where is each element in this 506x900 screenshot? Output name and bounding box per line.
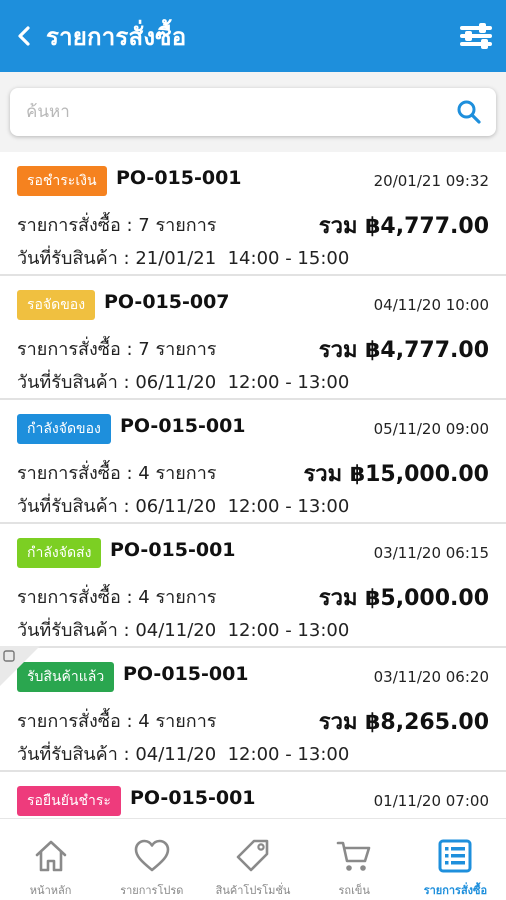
order-card[interactable]: รอชำระเงิน PO-015-001 20/01/21 09:32 ราย… xyxy=(0,152,506,276)
order-card[interactable]: รอยืนยันชำระ PO-015-001 01/11/20 07:00 xyxy=(0,772,506,818)
tab-promotions[interactable]: สินค้าโปรโมชั่น xyxy=(202,819,303,900)
tab-label: สินค้าโปรโมชั่น xyxy=(215,884,291,897)
order-total: รวม ฿4,777.00 xyxy=(318,214,489,239)
status-badge: กำลังจัดส่ง xyxy=(17,538,102,568)
order-card[interactable]: กำลังจัดส่ง PO-015-001 03/11/20 06:15 รา… xyxy=(0,524,506,648)
tab-cart[interactable]: รถเข็น xyxy=(304,819,405,900)
status-badge: รอจัดของ xyxy=(17,290,96,320)
order-datetime: 03/11/20 06:15 xyxy=(373,544,489,562)
search-box[interactable] xyxy=(10,88,496,136)
order-datetime: 20/01/21 09:32 xyxy=(373,172,489,190)
po-number: PO-015-001 xyxy=(123,663,249,685)
chevron-left-icon xyxy=(18,26,30,46)
order-datetime: 01/11/20 07:00 xyxy=(373,792,489,810)
tab-home[interactable]: หน้าหลัก xyxy=(0,819,101,900)
order-total: รวม ฿4,777.00 xyxy=(318,338,489,363)
item-count: รายการสั่งซื้อ : 7 รายการ xyxy=(17,215,217,236)
tab-label: รายการโปรด xyxy=(120,884,184,897)
status-badge: รอยืนยันชำระ xyxy=(17,786,121,816)
order-datetime: 05/11/20 09:00 xyxy=(373,420,489,438)
filter-button[interactable] xyxy=(456,16,496,56)
delivery-date: วันที่รับสินค้า : 04/11/20 12:00 - 13:00 xyxy=(17,744,350,765)
order-card[interactable]: กำลังจัดของ PO-015-001 05/11/20 09:00 รา… xyxy=(0,400,506,524)
search-input[interactable] xyxy=(26,92,426,132)
corner-fold-icon xyxy=(0,646,40,686)
order-datetime: 03/11/20 06:20 xyxy=(373,668,489,686)
order-list-icon xyxy=(438,839,472,873)
delivery-date: วันที่รับสินค้า : 06/11/20 12:00 - 13:00 xyxy=(17,496,350,517)
po-number: PO-015-001 xyxy=(130,787,256,809)
po-number: PO-015-001 xyxy=(110,539,236,561)
tab-label: หน้าหลัก xyxy=(29,884,72,897)
delivery-date: วันที่รับสินค้า : 04/11/20 12:00 - 13:00 xyxy=(17,620,350,641)
order-list: รอชำระเงิน PO-015-001 20/01/21 09:32 ราย… xyxy=(0,152,506,818)
filter-sliders-icon xyxy=(460,23,492,49)
tab-label: รายการสั่งซื้อ xyxy=(423,884,488,897)
tab-orders[interactable]: รายการสั่งซื้อ xyxy=(405,819,506,900)
tag-icon xyxy=(236,839,269,872)
order-card[interactable]: รับสินค้าแล้ว PO-015-001 03/11/20 06:20 … xyxy=(0,648,506,772)
order-total: รวม ฿15,000.00 xyxy=(303,462,489,487)
cart-icon xyxy=(336,841,371,871)
status-badge: กำลังจัดของ xyxy=(17,414,111,444)
order-datetime: 04/11/20 10:00 xyxy=(373,296,489,314)
po-number: PO-015-007 xyxy=(104,291,230,313)
item-count: รายการสั่งซื้อ : 4 รายการ xyxy=(17,711,217,732)
item-count: รายการสั่งซื้อ : 4 รายการ xyxy=(17,587,217,608)
delivery-date: วันที่รับสินค้า : 21/01/21 14:00 - 15:00 xyxy=(17,248,350,269)
page-title: รายการสั่งซื้อ xyxy=(46,22,187,51)
po-number: PO-015-001 xyxy=(120,415,246,437)
heart-icon xyxy=(134,839,170,872)
order-total: รวม ฿5,000.00 xyxy=(318,586,489,611)
tab-favorites[interactable]: รายการโปรด xyxy=(101,819,202,900)
back-button[interactable] xyxy=(4,0,44,72)
order-card[interactable]: รอจัดของ PO-015-007 04/11/20 10:00 รายกา… xyxy=(0,276,506,400)
item-count: รายการสั่งซื้อ : 4 รายการ xyxy=(17,463,217,484)
bottom-tab-bar: หน้าหลัก รายการโปรด สินค้าโปรโมชั่น รถเข… xyxy=(0,818,506,900)
status-badge: รอชำระเงิน xyxy=(17,166,107,196)
home-icon xyxy=(35,840,66,872)
po-number: PO-015-001 xyxy=(116,167,242,189)
delivery-date: วันที่รับสินค้า : 06/11/20 12:00 - 13:00 xyxy=(17,372,350,393)
search-icon[interactable] xyxy=(456,99,482,125)
tab-label: รถเข็น xyxy=(338,884,370,897)
search-area xyxy=(0,72,506,150)
app-header: รายการสั่งซื้อ xyxy=(0,0,506,72)
item-count: รายการสั่งซื้อ : 7 รายการ xyxy=(17,339,217,360)
order-total: รวม ฿8,265.00 xyxy=(318,710,489,735)
